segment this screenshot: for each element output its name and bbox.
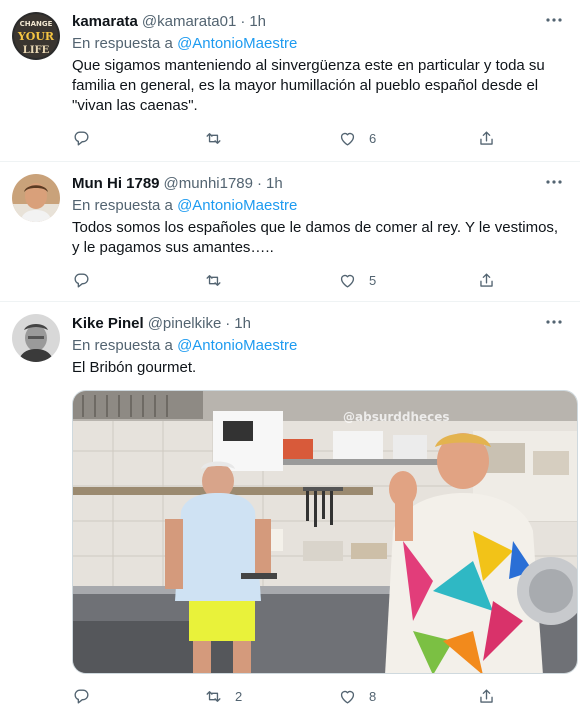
like-count: 5 bbox=[369, 272, 377, 288]
tweet-header: Kike Pinel @pinelkike · 1h bbox=[72, 314, 568, 334]
tweet-kikepinel[interactable]: Kike Pinel @pinelkike · 1h En respuesta … bbox=[0, 302, 580, 718]
reply-context: En respuesta a @AntonioMaestre bbox=[72, 34, 568, 54]
like-count: 6 bbox=[369, 130, 377, 146]
retweet-count: 2 bbox=[235, 688, 243, 704]
retweet-icon bbox=[206, 132, 221, 144]
mention-link[interactable]: @AntonioMaestre bbox=[177, 35, 297, 52]
retweet-button[interactable]: 2 bbox=[204, 686, 242, 706]
tweet-header: kamarata @kamarata01 · 1h bbox=[72, 12, 568, 32]
more-horizontal-icon[interactable] bbox=[542, 172, 566, 192]
user-handle[interactable]: @pinelkike bbox=[148, 314, 222, 334]
reply-bubble-icon bbox=[74, 130, 89, 146]
more-horizontal-icon[interactable] bbox=[542, 10, 566, 30]
timestamp[interactable]: 1h bbox=[266, 174, 283, 194]
mention-link[interactable]: @AntonioMaestre bbox=[177, 197, 297, 214]
reply-bubble-icon bbox=[74, 272, 89, 288]
tweet-text: El Bribón gourmet. bbox=[72, 359, 197, 376]
tweet-media-image[interactable]: @absurddheces bbox=[72, 390, 578, 674]
separator-dot: · bbox=[256, 175, 262, 192]
heart-icon bbox=[340, 274, 355, 288]
retweet-icon bbox=[206, 274, 221, 286]
reply-button[interactable] bbox=[72, 686, 103, 706]
like-button[interactable]: 6 bbox=[338, 128, 376, 148]
user-handle[interactable]: @kamarata01 bbox=[142, 12, 236, 32]
tweet-text: Que sigamos manteniendo al sinvergüenza … bbox=[72, 57, 545, 114]
reply-button[interactable] bbox=[72, 270, 103, 290]
timestamp[interactable]: 1h bbox=[249, 12, 266, 32]
reply-prefix: En respuesta a bbox=[72, 337, 173, 354]
avatar-text-3: LIFE bbox=[23, 45, 50, 56]
share-button[interactable] bbox=[477, 270, 496, 290]
display-name[interactable]: Mun Hi 1789 bbox=[72, 174, 160, 194]
reply-bubble-icon bbox=[74, 688, 89, 704]
reply-prefix: En respuesta a bbox=[72, 197, 173, 214]
tweet-munhi[interactable]: Mun Hi 1789 @munhi1789 · 1h En respuesta… bbox=[0, 162, 580, 302]
tweet-actions: 2 8 bbox=[72, 686, 502, 706]
avatar-kamarata[interactable]: CHANGE YOUR LIFE bbox=[12, 12, 60, 60]
share-icon bbox=[480, 272, 493, 287]
reply-button[interactable] bbox=[72, 128, 103, 148]
separator-dot: · bbox=[240, 13, 246, 30]
display-name[interactable]: kamarata bbox=[72, 12, 138, 32]
retweet-button[interactable] bbox=[204, 270, 235, 290]
tweet-actions: 6 bbox=[72, 128, 502, 148]
tweet-kamarata[interactable]: CHANGE YOUR LIFE kamarata @kamarata01 · … bbox=[0, 0, 580, 162]
like-count: 8 bbox=[369, 688, 377, 704]
avatar-munhi[interactable] bbox=[12, 174, 60, 222]
avatar-text-2: YOUR bbox=[17, 30, 55, 43]
more-horizontal-icon[interactable] bbox=[542, 312, 566, 332]
user-handle[interactable]: @munhi1789 bbox=[164, 174, 253, 194]
media-watermark: @absurddheces bbox=[343, 410, 450, 424]
retweet-icon bbox=[206, 690, 221, 702]
avatar-text-1: CHANGE bbox=[20, 20, 53, 28]
share-button[interactable] bbox=[477, 686, 496, 706]
tweet-actions: 5 bbox=[72, 270, 502, 290]
share-icon bbox=[480, 130, 493, 145]
heart-icon bbox=[340, 690, 355, 704]
retweet-button[interactable] bbox=[204, 128, 235, 148]
display-name[interactable]: Kike Pinel bbox=[72, 314, 144, 334]
share-button[interactable] bbox=[477, 128, 496, 148]
timestamp[interactable]: 1h bbox=[234, 314, 251, 334]
avatar-kikepinel[interactable] bbox=[12, 314, 60, 362]
like-button[interactable]: 5 bbox=[338, 270, 376, 290]
reply-prefix: En respuesta a bbox=[72, 35, 173, 52]
reply-context: En respuesta a @AntonioMaestre bbox=[72, 336, 568, 356]
reply-context: En respuesta a @AntonioMaestre bbox=[72, 196, 568, 216]
tweet-text: Todos somos los españoles que le damos d… bbox=[72, 219, 559, 256]
share-icon bbox=[480, 688, 493, 703]
separator-dot: · bbox=[225, 315, 231, 332]
mention-link[interactable]: @AntonioMaestre bbox=[177, 337, 297, 354]
tweet-header: Mun Hi 1789 @munhi1789 · 1h bbox=[72, 174, 568, 194]
like-button[interactable]: 8 bbox=[338, 686, 376, 706]
heart-icon bbox=[340, 132, 355, 146]
